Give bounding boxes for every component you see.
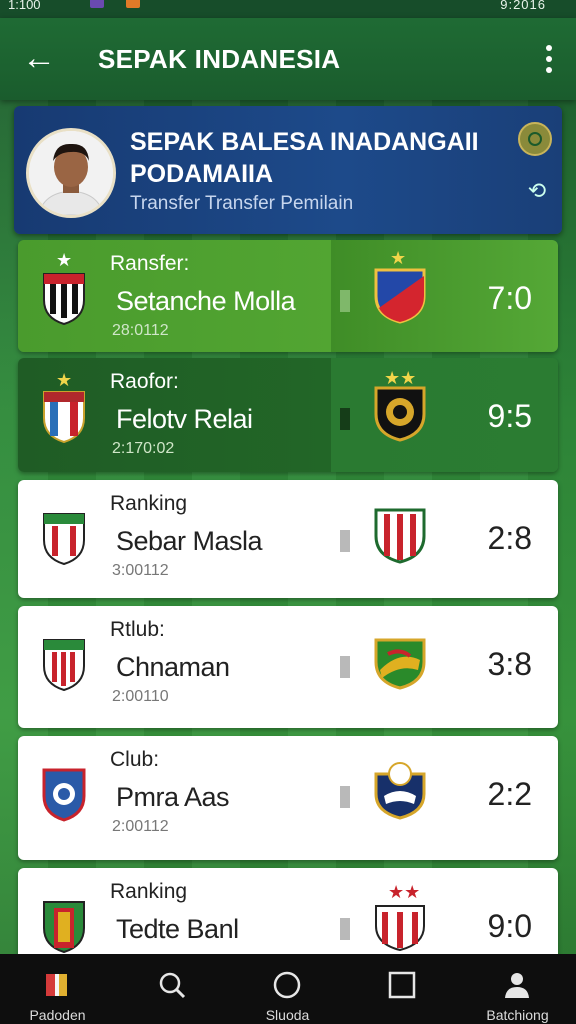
match-score: 3:8: [487, 646, 532, 682]
app-notification-icon: [126, 0, 140, 8]
match-card[interactable]: ★ Ransfer: Setanche Molla 28:0112 ★ 7:0: [18, 240, 558, 352]
match-category: Raofor:: [110, 370, 179, 393]
match-score: 9:0: [487, 908, 532, 944]
divider: [340, 786, 350, 808]
club-crest-icon: [43, 273, 85, 326]
opponent-crest-icon: [375, 905, 425, 952]
opponent-crest-icon: [374, 508, 426, 564]
nav-item-sluoda[interactable]: Sluoda: [230, 954, 345, 1024]
match-title: Chnaman: [116, 652, 230, 682]
match-card[interactable]: Ranking Tedte Banl ★★ 9:0: [18, 868, 558, 968]
opponent-crest-icon: [374, 638, 426, 690]
match-title: Tedte Banl: [116, 914, 239, 944]
match-score: 2:2: [487, 776, 532, 812]
status-time: 1:100: [8, 0, 41, 12]
match-title: Sebar Masla: [116, 526, 263, 556]
match-date: 2:170:02: [112, 440, 175, 457]
match-category: Rtlub:: [110, 618, 165, 641]
bottom-navigation: Padoden Sluoda Batchiong: [0, 954, 576, 1024]
opponent-crest-icon: [374, 268, 426, 324]
square-icon: [388, 971, 416, 999]
club-crest-icon: [43, 901, 85, 954]
club-crest-icon: [42, 768, 86, 822]
opponent-crest-icon: [374, 386, 426, 442]
back-arrow-icon[interactable]: ←: [22, 38, 56, 78]
profile-title-line2: PODAMAIIA: [130, 160, 274, 188]
nav-item-padoden[interactable]: Padoden: [0, 954, 115, 1024]
status-bar: 1:100 9:2016: [0, 0, 576, 18]
divider: [340, 656, 350, 678]
search-icon: [159, 972, 186, 999]
divider: [340, 530, 350, 552]
nav-label: Sluoda: [265, 1007, 310, 1023]
nav-item-batchiong[interactable]: Batchiong: [460, 954, 575, 1024]
match-date: 3:00112: [112, 562, 169, 579]
match-title: Pmra Aas: [116, 782, 230, 812]
match-card[interactable]: Rtlub: Chnaman 2:00110 3:8: [18, 606, 558, 728]
book-icon: [46, 974, 67, 996]
divider: [340, 918, 350, 940]
match-category: Club:: [110, 748, 160, 771]
match-date: 2:00112: [112, 818, 169, 835]
match-title: Setanche Molla: [116, 286, 296, 316]
match-card[interactable]: Ranking Sebar Masla 3:00112 2:8: [18, 480, 558, 598]
match-category: Ranking: [110, 880, 188, 903]
match-score: 2:8: [487, 520, 532, 556]
divider: [340, 290, 350, 312]
nav-label: Batchiong: [486, 1007, 549, 1023]
star-icon: ★: [56, 250, 73, 270]
nav-item-square[interactable]: [345, 954, 460, 1024]
page-title: SEPAK INDANESIA: [98, 44, 341, 74]
match-card[interactable]: Club: Pmra Aas 2:00112 2:2: [18, 736, 558, 860]
circle-icon: [273, 971, 301, 999]
profile-subtitle: Transfer Transfer Pemilain: [130, 193, 354, 214]
league-badge-icon: [518, 122, 552, 156]
match-title: Felotv Relai: [116, 404, 253, 434]
nav-label: Padoden: [29, 1007, 86, 1023]
app-bar: ← SEPAK INDANESIA: [0, 18, 576, 100]
match-date: 28:0112: [112, 322, 169, 339]
club-crest-icon: [43, 391, 85, 444]
profile-header: SEPAK BALESA INADANGAII PODAMAIIA Transf…: [14, 106, 562, 234]
notification-icon: [90, 0, 104, 8]
nav-item-search[interactable]: [115, 954, 230, 1024]
club-crest-icon: [43, 513, 85, 566]
player-avatar: [26, 128, 116, 218]
match-category: Ransfer:: [110, 252, 190, 275]
match-score: 9:5: [487, 398, 532, 434]
match-score: 7:0: [487, 280, 532, 316]
match-category: Ranking: [110, 492, 188, 515]
profile-title-line1: SEPAK BALESA INADANGAII: [130, 128, 479, 156]
match-card[interactable]: ★ Raofor: Felotv Relai 2:170:02 ★★ 9:5: [18, 358, 558, 472]
person-icon: [505, 973, 529, 998]
divider: [340, 408, 350, 430]
status-right: 9:2016: [500, 0, 546, 12]
opponent-crest-icon: [374, 762, 426, 820]
more-options-icon[interactable]: [542, 42, 556, 76]
club-crest-icon: [43, 639, 85, 692]
match-date: 2:00110: [112, 688, 169, 705]
share-icon[interactable]: ⟲: [520, 174, 554, 208]
